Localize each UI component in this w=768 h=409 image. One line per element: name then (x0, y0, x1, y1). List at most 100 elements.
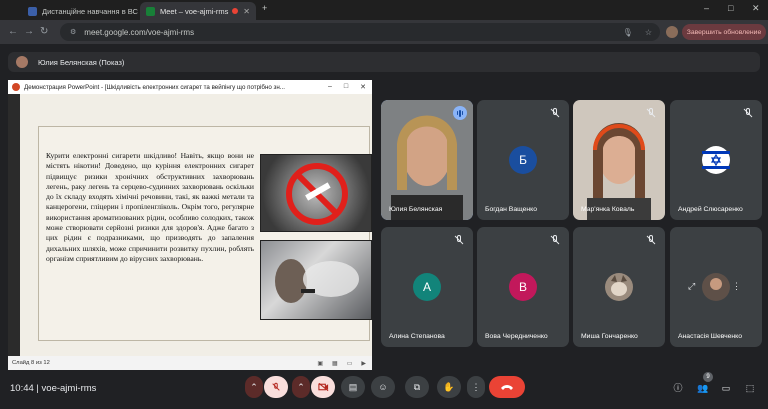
activities-icon[interactable]: ⬚ (744, 382, 756, 394)
video-options-button[interactable]: ⌃ (292, 376, 310, 398)
participant-initial: В (509, 273, 537, 301)
speaking-indicator-icon (453, 106, 467, 120)
vaping-person-image (260, 240, 372, 320)
participant-name: Юлия Белянская (389, 206, 443, 213)
present-button[interactable]: ⧉ (405, 376, 429, 398)
slide-text: Курити електронні сигарети шкідливо! Нав… (46, 151, 254, 263)
mic-off-icon (550, 108, 560, 118)
participant-name: Алина Степанова (389, 333, 445, 340)
participant-name: Богдан Ващенко (485, 206, 537, 213)
participant-tile[interactable]: ⤢ ⋮ Анастасія Шевченко (670, 227, 762, 347)
microphone-toggle-button[interactable] (264, 376, 288, 398)
reload-icon[interactable]: ↻ (40, 26, 48, 37)
participant-name: Анастасія Шевченко (678, 333, 742, 340)
mic-off-icon (743, 108, 753, 118)
meet-favicon-icon (146, 6, 155, 16)
participant-avatar-icon (702, 273, 730, 301)
ppt-minimize-button[interactable]: – (328, 83, 332, 91)
tab-label: Дистанційне навчання в ВСП (42, 6, 138, 16)
participant-tile[interactable]: Андрей Слюсаренко (670, 100, 762, 220)
reactions-button[interactable]: ☺ (371, 376, 395, 398)
mic-off-icon (272, 382, 280, 391)
minimize-button[interactable]: – (704, 3, 709, 13)
present-screen-icon: ⧉ (413, 381, 421, 392)
avatar[interactable] (666, 26, 678, 38)
view-normal-icon[interactable]: ▣ (317, 360, 323, 367)
meeting-time: 10:44 | voe-ajmi-rms (10, 383, 97, 394)
back-icon[interactable]: ← (8, 26, 18, 37)
forward-icon[interactable]: → (24, 26, 34, 37)
presentation-window: Демонстрация PowerPoint - [Шкідливість е… (8, 80, 372, 370)
site-info-icon[interactable]: ⚙ (70, 28, 76, 36)
close-window-button[interactable]: ✕ (752, 3, 760, 14)
emoji-icon: ☺ (378, 382, 388, 392)
presenter-name: Юлия Белянская (Показ) (38, 57, 125, 67)
slideshow-icon[interactable]: ▶ (361, 360, 366, 367)
raise-hand-button[interactable]: ✋ (437, 376, 461, 398)
participants-count-badge: 9 (703, 372, 713, 382)
participant-name: Миша Гончаренко (581, 333, 638, 340)
people-icon[interactable]: 👥 (697, 382, 709, 394)
participant-name: Андрей Слюсаренко (678, 206, 743, 213)
israel-flag-icon (702, 146, 730, 174)
tab-favicon-icon (28, 6, 37, 16)
tab-meet[interactable]: Meet – voe-ajmi-rms ✕ (140, 2, 256, 20)
camera-toggle-button[interactable] (311, 376, 335, 398)
participant-name: Вова Чередниченко (485, 333, 548, 340)
meeting-code: voe-ajmi-rms (41, 383, 97, 394)
meeting-info-icon[interactable]: ⓘ (672, 382, 684, 394)
presenter-avatar (16, 56, 28, 68)
mic-off-icon (550, 235, 560, 245)
tab-label: Meet – voe-ajmi-rms (160, 6, 229, 16)
cat-avatar-icon (605, 273, 633, 301)
tab-distance-learning[interactable]: Дистанційне навчання в ВСП ✕ (22, 2, 138, 20)
captions-icon: ▤ (348, 381, 358, 392)
audio-options-button[interactable]: ⌃ (245, 376, 263, 398)
more-options-icon[interactable]: ⋮ (732, 281, 741, 292)
chevron-up-icon: ⌃ (297, 381, 305, 392)
camera-off-icon (317, 382, 328, 392)
ppt-side-strip (8, 94, 20, 356)
recording-dot-icon (232, 8, 239, 14)
slide-area: Курити електронні сигарети шкідливо! Нав… (20, 94, 372, 356)
chat-icon[interactable]: ▭ (720, 382, 732, 394)
mic-off-icon (646, 108, 656, 118)
url-text: meet.google.com/voe-ajmi-rms (84, 27, 195, 37)
chevron-up-icon: ⌃ (250, 381, 258, 392)
ppt-title-bar: Демонстрация PowerPoint - [Шкідливість е… (8, 80, 372, 94)
participant-initial: А (413, 273, 441, 301)
hang-up-icon (501, 385, 513, 390)
close-icon[interactable]: ✕ (243, 7, 250, 16)
browser-tab-bar: Дистанційне навчання в ВСП ✕ Meet – voe-… (0, 0, 768, 20)
pin-icon[interactable]: ⤢ (688, 281, 695, 292)
participant-tile[interactable]: Юлия Белянская (381, 100, 473, 220)
more-options-button[interactable]: ⋮ (467, 376, 485, 398)
clock-text: 10:44 (10, 383, 34, 394)
bookmark-star-icon[interactable]: ☆ (645, 28, 652, 37)
participant-initial: Б (509, 146, 537, 174)
participant-tile[interactable]: Миша Гончаренко (573, 227, 665, 347)
update-button[interactable]: Завершить обновление (682, 24, 766, 40)
maximize-button[interactable]: □ (728, 3, 733, 13)
view-reading-icon[interactable]: ▭ (347, 360, 353, 367)
hand-icon: ✋ (443, 381, 455, 392)
participant-name: Мар'янка Коваль (581, 206, 635, 213)
view-sorter-icon[interactable]: ▦ (332, 360, 338, 367)
participant-tile[interactable]: А Алина Степанова (381, 227, 473, 347)
ppt-close-button[interactable]: ✕ (360, 83, 366, 91)
participant-tile[interactable]: Мар'янка Коваль (573, 100, 665, 220)
new-tab-button[interactable]: + (262, 3, 267, 13)
ppt-maximize-button[interactable]: □ (344, 83, 348, 91)
powerpoint-icon (12, 83, 20, 91)
url-bar[interactable]: ⚙ meet.google.com/voe-ajmi-rms 🎙 ☆ (60, 23, 660, 41)
participant-tile[interactable]: Б Богдан Ващенко (477, 100, 569, 220)
leave-call-button[interactable] (489, 376, 525, 398)
mic-off-icon (454, 235, 464, 245)
presenter-banner: Юлия Белянская (Показ) (8, 52, 760, 72)
no-smoking-image (260, 154, 372, 232)
captions-button[interactable]: ▤ (341, 376, 365, 398)
slide-counter: Слайд 8 из 12 (12, 360, 50, 366)
microphone-icon[interactable]: 🎙 (623, 28, 633, 37)
ppt-window-title: Демонстрация PowerPoint - [Шкідливість е… (24, 83, 285, 91)
participant-tile[interactable]: В Вова Чередниченко (477, 227, 569, 347)
